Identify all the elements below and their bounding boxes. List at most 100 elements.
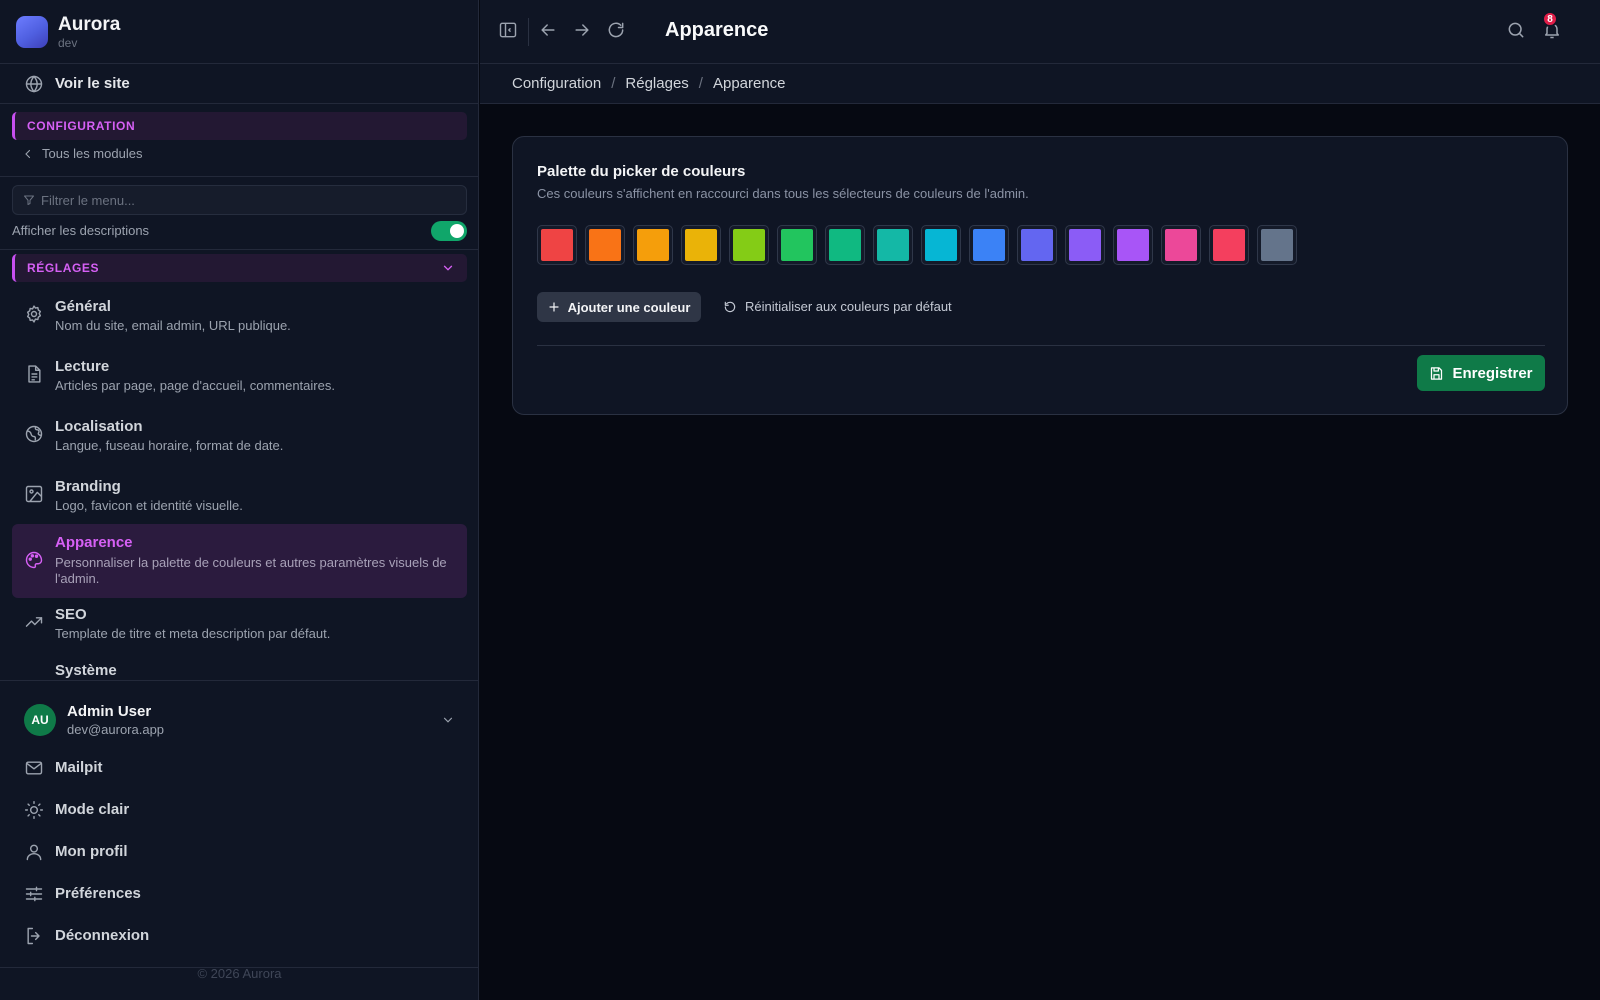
breadcrumb: Configuration / Réglages / Apparence xyxy=(480,64,1600,104)
aurora-logo-icon xyxy=(16,16,48,48)
copyright: © 2026 Aurora xyxy=(197,966,282,981)
color-swatches xyxy=(537,225,1297,265)
user-menu[interactable]: AU Admin User dev@aurora.app xyxy=(0,681,479,755)
color-swatch[interactable] xyxy=(873,225,913,265)
configuration-section-label: CONFIGURATION xyxy=(27,119,136,133)
breadcrumb-apparence: Apparence xyxy=(712,75,786,92)
settings-menu: Général Nom du site, email admin, URL pu… xyxy=(0,290,479,680)
swatch-fill xyxy=(877,229,909,261)
menu-item-title: Branding xyxy=(55,478,121,495)
color-swatch[interactable] xyxy=(585,225,625,265)
reset-colors-button[interactable]: Réinitialiser aux couleurs par défaut xyxy=(723,299,952,314)
color-swatch[interactable] xyxy=(1065,225,1105,265)
user-email: dev@aurora.app xyxy=(67,722,165,737)
mailpit-label: Mailpit xyxy=(55,759,103,776)
sidebar-toggle-icon[interactable] xyxy=(498,20,518,40)
menu-item-general[interactable]: Général Nom du site, email admin, URL pu… xyxy=(12,292,467,346)
document-icon xyxy=(24,364,44,384)
user-icon xyxy=(24,842,44,862)
menu-item-title: Localisation xyxy=(55,418,143,435)
menu-item-title: Lecture xyxy=(55,358,110,375)
light-mode-label: Mode clair xyxy=(55,801,130,818)
sun-icon xyxy=(24,800,44,820)
breadcrumb-configuration[interactable]: Configuration xyxy=(512,75,601,92)
refresh-icon[interactable] xyxy=(606,20,626,40)
save-label: Enregistrer xyxy=(1452,364,1533,382)
search-icon[interactable] xyxy=(1506,20,1526,40)
swatch-fill xyxy=(733,229,765,261)
all-modules-link[interactable]: Tous les modules xyxy=(22,146,142,161)
menu-item-desc: Articles par page, page d'accueil, comme… xyxy=(55,378,335,393)
profile-link[interactable]: Mon profil xyxy=(0,832,479,872)
color-swatch[interactable] xyxy=(921,225,961,265)
color-swatch[interactable] xyxy=(681,225,721,265)
swatch-fill xyxy=(1069,229,1101,261)
forward-arrow-icon[interactable] xyxy=(572,20,592,40)
color-swatch[interactable] xyxy=(1257,225,1297,265)
preferences-link[interactable]: Préférences xyxy=(0,874,479,914)
swatch-fill xyxy=(1165,229,1197,261)
mail-icon xyxy=(24,758,44,778)
swatch-fill xyxy=(589,229,621,261)
user-name: Admin User xyxy=(67,703,152,720)
configuration-section-header: CONFIGURATION xyxy=(12,112,467,140)
chevron-down-icon xyxy=(441,713,455,727)
menu-item-desc: Personnaliser la palette de couleurs et … xyxy=(55,555,447,586)
swatch-fill xyxy=(925,229,957,261)
card-divider xyxy=(537,345,1545,346)
color-swatch[interactable] xyxy=(1113,225,1153,265)
color-swatch[interactable] xyxy=(537,225,577,265)
visit-site-link[interactable]: Voir le site xyxy=(0,64,479,104)
light-mode-toggle[interactable]: Mode clair xyxy=(0,790,479,830)
menu-item-lecture[interactable]: Lecture Articles par page, page d'accuei… xyxy=(12,352,467,406)
color-palette-card: Palette du picker de couleurs Ces couleu… xyxy=(512,136,1568,415)
show-descriptions-toggle[interactable] xyxy=(431,221,467,241)
add-color-button[interactable]: Ajouter une couleur xyxy=(537,292,701,322)
menu-item-desc: Langue, fuseau horaire, format de date. xyxy=(55,438,284,453)
show-descriptions-label: Afficher les descriptions xyxy=(12,223,150,238)
menu-item-seo[interactable]: SEO Template de titre et meta descriptio… xyxy=(12,600,467,654)
sidebar-divider xyxy=(0,249,479,250)
visit-site-label: Voir le site xyxy=(55,75,130,92)
brand-header[interactable]: Aurora dev xyxy=(0,0,479,64)
save-button[interactable]: Enregistrer xyxy=(1417,355,1545,391)
menu-item-title: Apparence xyxy=(55,534,133,551)
settings-section-header[interactable]: RÉGLAGES xyxy=(12,254,467,282)
color-swatch[interactable] xyxy=(729,225,769,265)
menu-filter-input[interactable] xyxy=(41,186,461,214)
logout-link[interactable]: Déconnexion xyxy=(0,916,479,956)
back-arrow-icon[interactable] xyxy=(538,20,558,40)
menu-item-localisation[interactable]: Localisation Langue, fuseau horaire, for… xyxy=(12,412,467,466)
color-swatch[interactable] xyxy=(777,225,817,265)
preferences-label: Préférences xyxy=(55,885,141,902)
menu-filter xyxy=(12,185,467,215)
settings-section-label: RÉGLAGES xyxy=(27,261,100,275)
mailpit-link[interactable]: Mailpit xyxy=(0,748,479,788)
globe-icon xyxy=(24,74,44,94)
menu-item-desc: Nom du site, email admin, URL publique. xyxy=(55,318,291,333)
swatch-fill xyxy=(973,229,1005,261)
color-swatch[interactable] xyxy=(825,225,865,265)
menu-item-apparence[interactable]: Apparence Personnaliser la palette de co… xyxy=(12,524,467,598)
color-swatch[interactable] xyxy=(633,225,673,265)
color-swatch[interactable] xyxy=(1161,225,1201,265)
swatch-fill xyxy=(541,229,573,261)
toggle-knob xyxy=(450,224,464,238)
profile-label: Mon profil xyxy=(55,843,128,860)
color-swatch[interactable] xyxy=(1209,225,1249,265)
menu-item-title: SEO xyxy=(55,606,87,623)
color-swatch[interactable] xyxy=(969,225,1009,265)
image-icon xyxy=(24,484,44,504)
menu-item-branding[interactable]: Branding Logo, favicon et identité visue… xyxy=(12,472,467,526)
color-swatch[interactable] xyxy=(1017,225,1057,265)
menu-item-systeme[interactable]: Système xyxy=(12,660,467,680)
logout-icon xyxy=(24,926,44,946)
page-title: Apparence xyxy=(665,19,769,41)
palette-icon xyxy=(24,550,44,570)
breadcrumb-separator: / xyxy=(611,75,616,92)
swatch-fill xyxy=(1021,229,1053,261)
notification-badge: 8 xyxy=(1542,11,1558,27)
chevron-down-icon xyxy=(441,261,455,275)
breadcrumb-reglages[interactable]: Réglages xyxy=(625,75,688,92)
menu-item-title: Système xyxy=(55,662,117,679)
